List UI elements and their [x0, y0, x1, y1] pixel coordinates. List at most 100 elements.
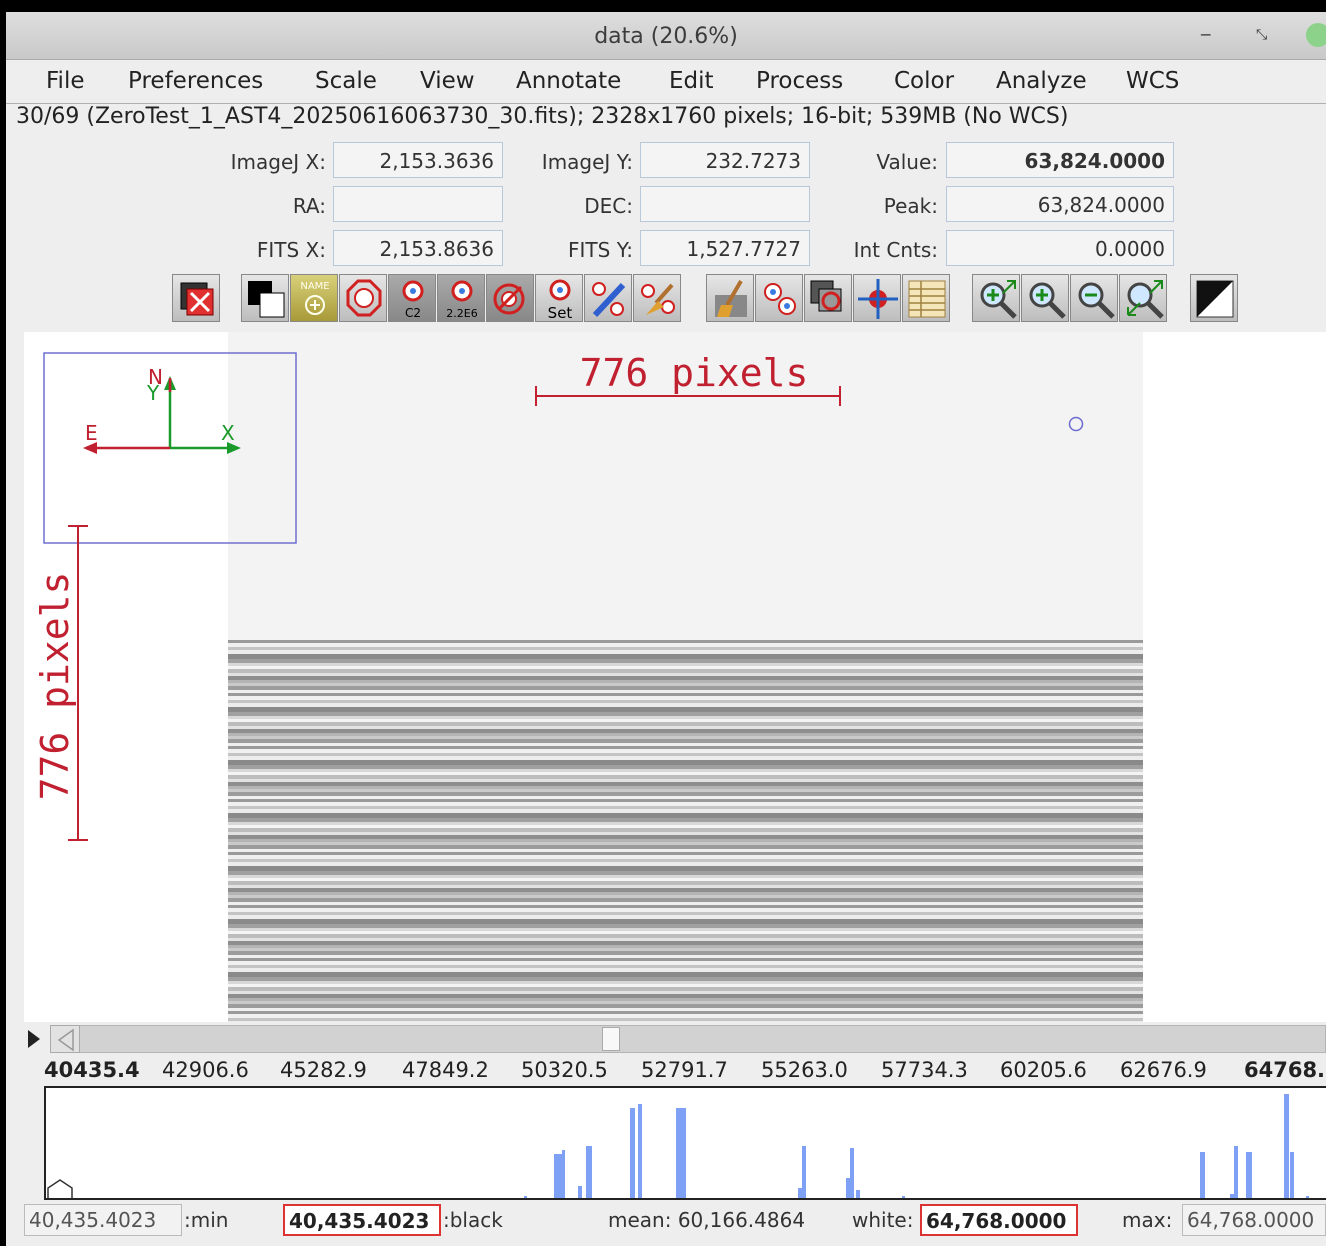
image-stripe [228, 729, 1143, 733]
min-field[interactable]: 40,435.4023 [24, 1204, 182, 1236]
aperture-ring-button[interactable] [339, 274, 387, 322]
play-arrow-icon[interactable] [28, 1030, 40, 1048]
scroll-left-button[interactable] [50, 1025, 80, 1053]
annotate-pen-button[interactable] [584, 274, 632, 322]
max-field[interactable]: 64,768.0000 [1182, 1204, 1326, 1236]
value-field[interactable]: 63,824.0000 [946, 142, 1174, 178]
menu-analyze[interactable]: Analyze [996, 68, 1087, 94]
image-info-line: 30/69 (ZeroTest_1_AST4_20250616063730_30… [16, 104, 1069, 129]
black-label: :black [443, 1208, 503, 1232]
zoom-fit-button[interactable] [1119, 274, 1167, 322]
menu-view[interactable]: View [420, 68, 475, 94]
restore-icon[interactable]: ⤡ [1256, 27, 1267, 43]
menu-file[interactable]: File [46, 68, 85, 94]
image-stripe [228, 845, 1143, 849]
stack-align-button[interactable] [804, 274, 852, 322]
menu-edit[interactable]: Edit [669, 68, 714, 94]
scroll-track[interactable] [50, 1025, 1326, 1053]
menu-color[interactable]: Color [894, 68, 954, 94]
clear-aperture-button[interactable] [486, 274, 534, 322]
image-stripe [228, 931, 1143, 934]
ra-field[interactable] [333, 186, 503, 222]
menu-annotate[interactable]: Annotate [516, 68, 621, 94]
aperture-ring-icon [346, 279, 382, 317]
image-stripe [228, 739, 1143, 743]
histogram-bar [1290, 1152, 1294, 1198]
multi-aperture-button[interactable] [755, 274, 803, 322]
image-stripe [228, 1014, 1143, 1018]
invert-button[interactable] [241, 274, 289, 322]
image-stripe [228, 908, 1143, 912]
image-canvas[interactable]: N Y E X 776 pixels 776 pixels [24, 332, 1326, 1022]
close-all-button[interactable] [172, 274, 220, 322]
broom-button[interactable] [706, 274, 754, 322]
image-stripe [228, 839, 1143, 842]
broom-icon [715, 279, 747, 317]
menu-process[interactable]: Process [756, 68, 843, 94]
imagej-x-field[interactable]: 2,153.3636 [333, 142, 503, 178]
black-level-handle[interactable] [47, 1179, 73, 1200]
set-aperture-icon: Set [548, 279, 573, 322]
annotate-pen-icon [592, 282, 626, 318]
scroll-thumb[interactable] [602, 1027, 620, 1051]
vertical-scale-bar: 776 pixels [36, 525, 88, 841]
imagej-y-field[interactable]: 232.7273 [640, 142, 810, 178]
menu-scale[interactable]: Scale [315, 68, 377, 94]
histogram-bar [902, 1196, 905, 1198]
table-icon [908, 280, 946, 318]
image-stripe [228, 786, 1143, 789]
image-stripe [228, 915, 1143, 919]
histogram-bar [1230, 1194, 1234, 1198]
hist-tick: 45282.9 [280, 1058, 367, 1082]
image-stripe [228, 852, 1143, 855]
mean-label: mean: 60,166.4864 [608, 1208, 806, 1232]
stack-align-icon [810, 280, 842, 312]
set-aperture-button[interactable]: Set [535, 274, 583, 322]
image-stripe [228, 716, 1143, 719]
image-stripe [228, 928, 1143, 931]
menu-preferences[interactable]: Preferences [128, 68, 263, 94]
centroid-aperture-button[interactable]: C2 [388, 274, 436, 322]
window-title: data (20.6%) [594, 24, 738, 49]
fits-x-field[interactable]: 2,153.8636 [333, 230, 503, 266]
image-stripe [228, 683, 1143, 686]
dec-field[interactable] [640, 186, 810, 222]
image-stripe [228, 866, 1143, 871]
aperture-value-button[interactable]: 2.2E6 [437, 274, 485, 322]
close-all-icon [180, 282, 214, 316]
menu-wcs[interactable]: WCS [1126, 68, 1179, 94]
image-stripe [228, 736, 1143, 739]
title-bar[interactable]: data (20.6%) ‒ ⤡ [6, 12, 1326, 60]
int-cnts-field[interactable]: 0.0000 [946, 230, 1174, 266]
crosshair-icon [858, 279, 898, 319]
svg-text:NAME: NAME [300, 281, 329, 292]
image-stripe [228, 849, 1143, 852]
name-aperture-button[interactable]: NAME [290, 274, 338, 322]
histogram-plot[interactable] [44, 1086, 1326, 1200]
zoom-out-button[interactable] [1070, 274, 1118, 322]
contrast-button[interactable] [1190, 274, 1238, 322]
hist-tick: 50320.5 [521, 1058, 608, 1082]
image-stripe [228, 941, 1143, 945]
black-field[interactable]: 40,435.4023 [283, 1204, 441, 1236]
table-button[interactable] [902, 274, 950, 322]
value-label: Value: [876, 150, 938, 174]
histogram-bar [850, 1148, 854, 1198]
fits-y-field[interactable]: 1,527.7727 [640, 230, 810, 266]
clear-annotations-button[interactable] [633, 274, 681, 322]
white-field[interactable]: 64,768.0000 [920, 1204, 1078, 1236]
zoom-in-fit-button[interactable] [972, 274, 1020, 322]
svg-text:Set: Set [548, 304, 573, 322]
close-icon[interactable] [1306, 23, 1326, 47]
compass-y: Y [146, 381, 160, 405]
zoom-in-button[interactable] [1021, 274, 1069, 322]
image-stripe [228, 647, 1143, 650]
image-stripe [228, 806, 1143, 809]
minimize-icon[interactable]: ‒ [1200, 24, 1211, 45]
crosshair-button[interactable] [853, 274, 901, 322]
image-stripe [228, 703, 1143, 707]
image-stripe [228, 753, 1143, 756]
toolbar-group-zoom [972, 274, 1168, 322]
peak-field[interactable]: 63,824.0000 [946, 186, 1174, 222]
stack-slider[interactable] [6, 1024, 1326, 1054]
